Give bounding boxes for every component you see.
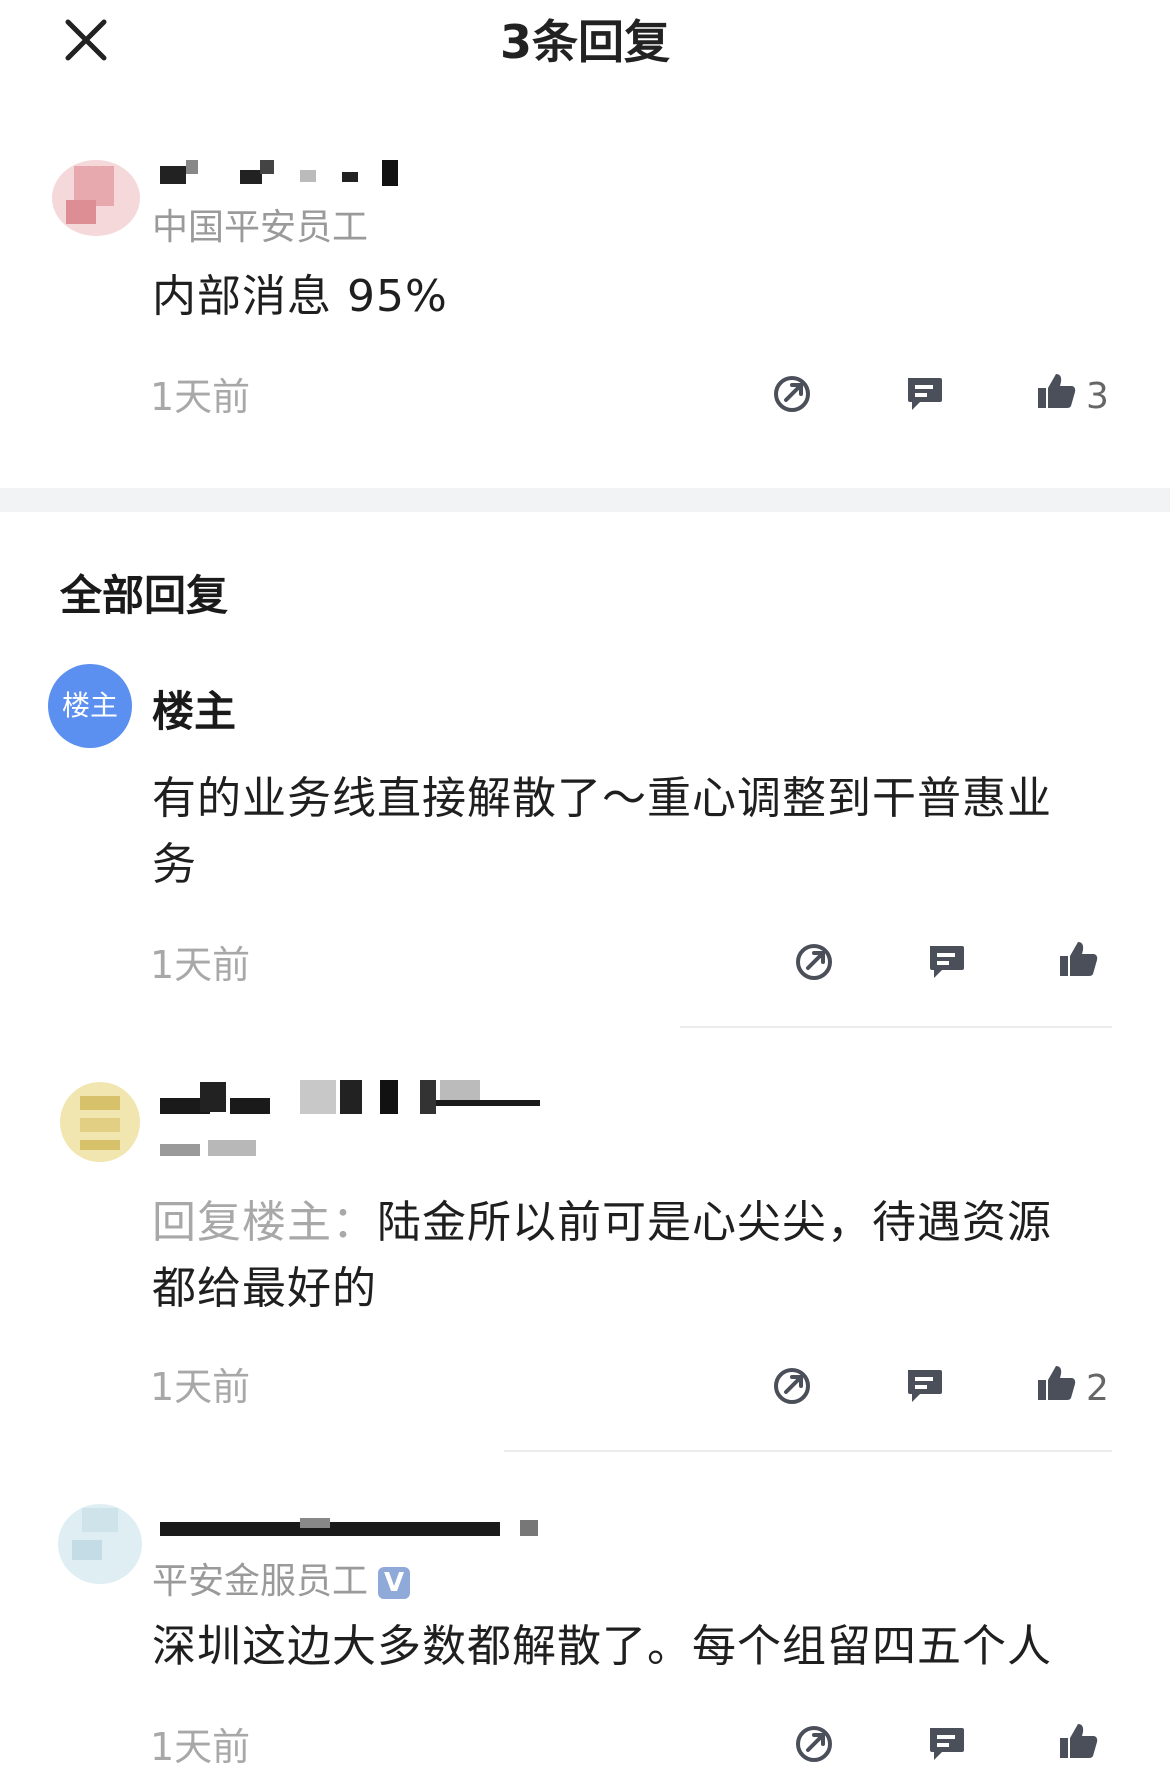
like-icon[interactable]: [1034, 370, 1078, 414]
section-divider: [0, 488, 1170, 512]
timestamp: 1天前: [150, 1365, 251, 1409]
share-icon[interactable]: [792, 1722, 836, 1766]
like-icon[interactable]: [1056, 938, 1100, 982]
author-subtitle-text: 平安金服员工: [152, 1561, 369, 1602]
reply-text-line1: 陆金所以前可是心尖尖，待遇资源: [377, 1197, 1052, 1248]
like-icon[interactable]: [1034, 1362, 1078, 1406]
comment-icon[interactable]: [924, 1722, 968, 1766]
username-redacted: [160, 160, 400, 190]
reply-to-label[interactable]: 回复楼主：: [152, 1197, 377, 1248]
comment-text: 内部消息 95%: [152, 271, 448, 322]
section-title: 全部回复: [60, 571, 229, 620]
comment-icon[interactable]: [924, 940, 968, 984]
author-subtitle-redacted: [160, 1140, 260, 1162]
username-redacted: [160, 1080, 540, 1120]
reply-text-line2: 都给最好的: [152, 1263, 377, 1314]
reply-divider: [680, 1026, 1112, 1028]
reply-text: 回复楼主：陆金所以前可是心尖尖，待遇资源 都给最好的: [152, 1190, 1092, 1322]
comment-icon[interactable]: [902, 1364, 946, 1408]
avatar[interactable]: [58, 1504, 142, 1584]
reply-text: 深圳这边大多数都解散了。每个组留四五个人: [152, 1621, 1052, 1672]
op-avatar[interactable]: 楼主: [48, 664, 132, 748]
reply-text-line2: 务: [152, 839, 197, 890]
reply-text: 有的业务线直接解散了～重心调整到干普惠业 务: [152, 766, 1092, 898]
username-redacted: [160, 1518, 540, 1542]
author-subtitle: 平安金服员工 V: [152, 1552, 411, 1604]
avatar[interactable]: [60, 1082, 140, 1162]
like-icon[interactable]: [1056, 1720, 1100, 1764]
share-icon[interactable]: [770, 372, 814, 416]
timestamp: 1天前: [150, 943, 251, 987]
like-count: 3: [1086, 376, 1109, 417]
avatar[interactable]: [52, 160, 140, 236]
verified-badge-icon: V: [378, 1567, 411, 1599]
op-avatar-label: 楼主: [61, 689, 118, 722]
author-subtitle: 中国平安员工: [152, 207, 369, 248]
page-title: 3条回复: [499, 15, 670, 69]
comment-icon[interactable]: [902, 372, 946, 416]
timestamp: 1天前: [150, 1725, 251, 1769]
reply-divider: [504, 1450, 1112, 1452]
like-count: 2: [1086, 1368, 1109, 1409]
timestamp: 1天前: [150, 375, 251, 419]
share-icon[interactable]: [770, 1364, 814, 1408]
author-name[interactable]: 楼主: [152, 678, 236, 739]
reply-text-line1: 有的业务线直接解散了～重心调整到干普惠业: [152, 773, 1052, 824]
share-icon[interactable]: [792, 940, 836, 984]
